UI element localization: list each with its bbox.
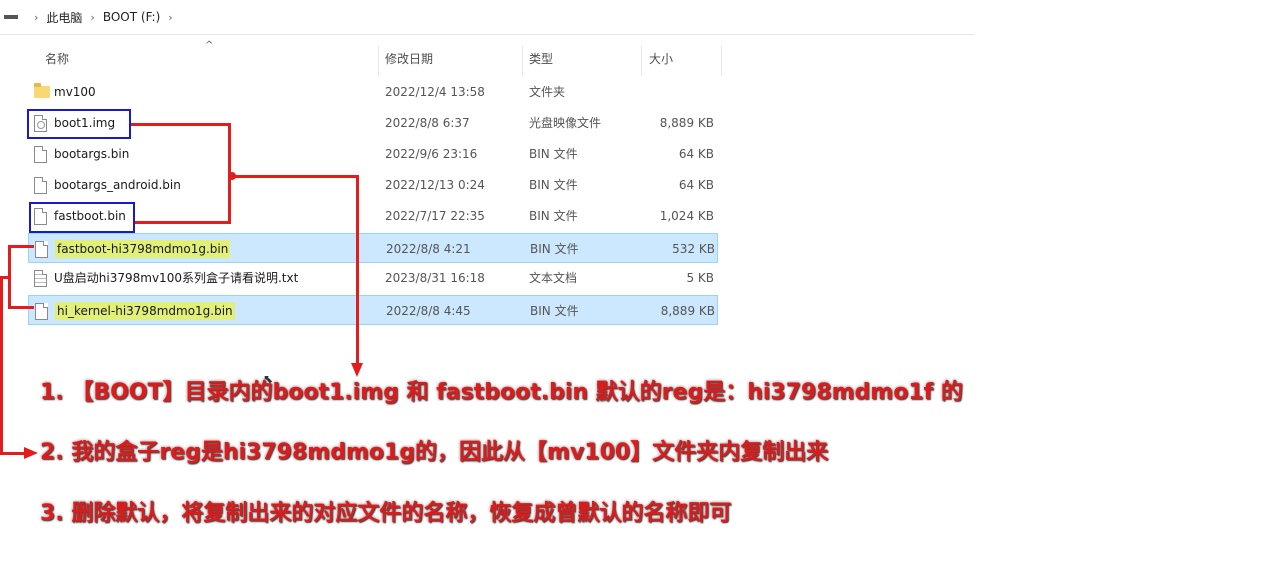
file-type: BIN 文件 [529,147,578,161]
computer-icon [4,15,18,19]
column-divider[interactable] [378,46,379,76]
sort-ascending-icon: ^ [205,40,214,51]
address-bar[interactable]: › 此电脑 › BOOT (F:) › [0,0,974,35]
list-item-selected[interactable]: hi_kernel-hi3798mdmo1g.bin 2022/8/8 4:45… [28,295,718,325]
column-divider[interactable] [641,46,642,76]
file-name: bootargs.bin [54,147,130,161]
folder-icon [34,83,50,98]
file-type: BIN 文件 [530,304,579,318]
red-arrowhead-right [24,447,38,459]
file-date: 2022/12/13 0:24 [385,178,485,192]
annotation-note: 1. 【BOOT】目录内的boot1.img 和 fastboot.bin 默认… [40,380,963,405]
file-type: 文本文档 [529,271,578,285]
column-header-name[interactable]: 名称 [45,42,69,76]
text-file-icon [34,270,47,287]
file-icon [34,177,47,194]
list-item[interactable]: U盘启动hi3798mv100系列盒子请看说明.txt 2023/8/31 16… [28,263,718,293]
chevron-right-icon: › [34,10,39,24]
file-date: 2023/8/31 16:18 [385,271,485,285]
file-type: BIN 文件 [530,242,579,256]
breadcrumb-this-pc[interactable]: 此电脑 [46,9,82,26]
column-header-row: ^ 名称 修改日期 类型 大小 [0,40,974,76]
file-size: 64 KB [678,178,714,192]
file-name: U盘启动hi3798mv100系列盒子请看说明.txt [54,271,299,285]
file-date: 2022/8/8 6:37 [385,116,470,130]
blue-outline-box [29,202,135,233]
file-date: 2022/7/17 22:35 [385,209,485,223]
file-size: 5 KB [686,271,714,285]
file-date: 2022/8/8 4:21 [386,242,471,256]
file-date: 2022/8/8 4:45 [386,304,471,318]
file-icon [35,303,48,320]
breadcrumb-boot-drive[interactable]: BOOT (F:) [103,10,160,24]
red-connector-line [8,306,34,309]
chevron-right-icon: › [90,10,95,24]
blue-outline-box [27,109,131,139]
file-explorer-window: › 此电脑 › BOOT (F:) › ^ 名称 修改日期 类型 大小 mv10… [0,0,974,330]
list-item[interactable]: mv100 2022/12/4 13:58 文件夹 [28,77,718,107]
list-item[interactable]: bootargs_android.bin 2022/12/13 0:24 BIN… [28,170,718,200]
red-connector-line [232,175,358,178]
file-date: 2022/12/4 13:58 [385,85,485,99]
file-size: 1,024 KB [659,209,714,223]
column-header-date[interactable]: 修改日期 [385,42,433,76]
annotation-note: 3. 删除默认，将复制出来的对应文件的名称，恢复成曾默认的名称即可 [40,501,732,526]
file-type: 文件夹 [529,85,566,99]
highlighter-mark: hi_kernel-hi3798mdmo1g.bin [55,302,235,320]
file-type: 光盘映像文件 [529,116,602,130]
red-connector-line [10,245,34,248]
column-header-type[interactable]: 类型 [529,42,553,76]
annotation-note: 2. 我的盒子reg是hi3798mdmo1g的，因此从【mv100】文件夹内复… [40,440,829,465]
file-name: fastboot-hi3798mdmo1g.bin [55,234,231,264]
red-connector-line [0,452,26,455]
column-header-size[interactable]: 大小 [649,42,673,76]
file-name: mv100 [54,85,96,99]
highlighter-mark: fastboot-hi3798mdmo1g.bin [55,240,231,258]
file-type: BIN 文件 [529,178,578,192]
red-connector-line [0,276,3,454]
file-size: 8,889 KB [659,116,714,130]
chevron-right-icon: › [168,10,173,24]
file-icon [35,241,48,258]
file-icon [34,146,47,163]
file-name: hi_kernel-hi3798mdmo1g.bin [55,296,235,326]
red-connector-line [356,175,359,365]
red-connector-line [135,221,231,224]
file-name: bootargs_android.bin [54,178,181,192]
file-date: 2022/9/6 23:16 [385,147,478,161]
file-size: 64 KB [678,147,714,161]
list-item[interactable]: bootargs.bin 2022/9/6 23:16 BIN 文件 64 KB [28,139,718,169]
file-size: 8,889 KB [660,304,715,318]
red-connector-line [131,123,230,126]
file-size: 532 KB [672,242,715,256]
list-item-selected[interactable]: fastboot-hi3798mdmo1g.bin 2022/8/8 4:21 … [28,233,718,263]
column-divider[interactable] [522,46,523,76]
column-divider[interactable] [721,46,722,76]
file-type: BIN 文件 [529,209,578,223]
